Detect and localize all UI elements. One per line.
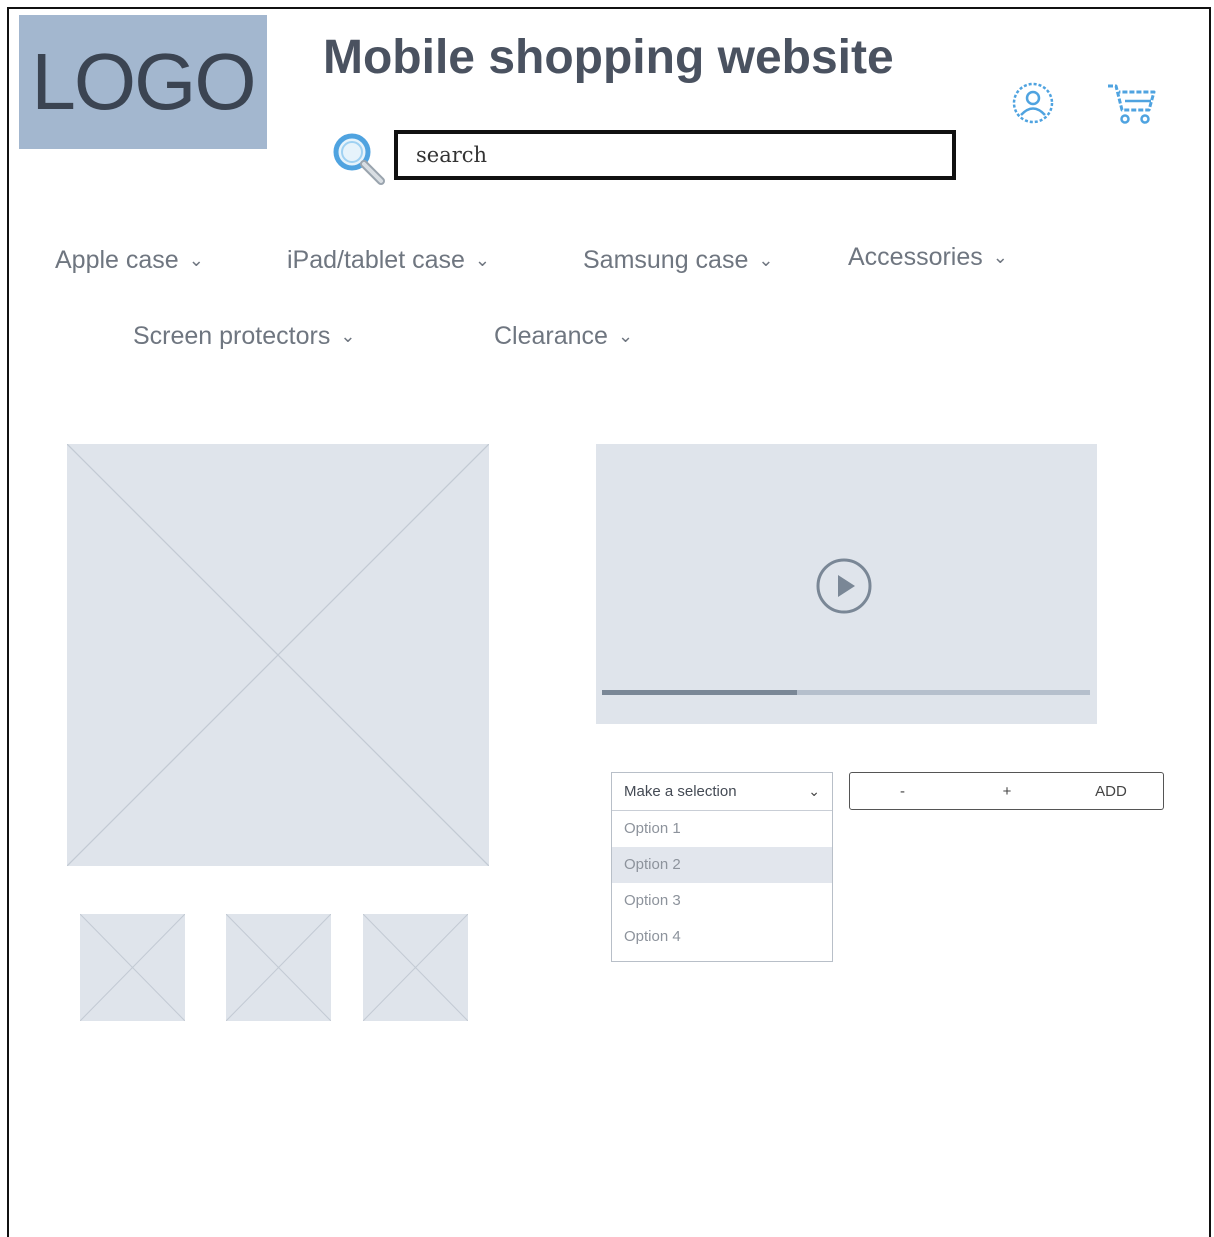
quantity-decrease-button[interactable]: - <box>849 772 956 810</box>
nav-label: iPad/tablet case <box>287 246 465 274</box>
nav-screen-protectors[interactable]: Screen protectors ⌄ <box>133 322 355 351</box>
quantity-increase-button[interactable]: + <box>955 772 1060 810</box>
chevron-down-icon: ⌄ <box>992 247 1008 267</box>
nav-apple-case[interactable]: Apple case ⌄ <box>55 246 204 275</box>
option-select[interactable]: Make a selection ⌄ Option 1 Option 2 Opt… <box>611 772 833 962</box>
nav-label: Samsung case <box>583 246 749 274</box>
nav-ipad-tablet-case[interactable]: iPad/tablet case ⌄ <box>287 246 490 275</box>
select-option[interactable]: Option 2 <box>612 847 832 883</box>
product-image-main <box>67 444 489 866</box>
search-input[interactable] <box>394 130 956 180</box>
nav-accessories[interactable]: Accessories ⌄ <box>848 243 1008 272</box>
user-icon[interactable] <box>1010 80 1056 126</box>
select-placeholder: Make a selection <box>624 783 737 800</box>
logo[interactable]: LOGO <box>19 15 267 149</box>
chevron-down-icon: ⌄ <box>340 326 356 346</box>
nav-label: Clearance <box>494 322 608 350</box>
search-icon[interactable] <box>330 130 386 186</box>
chevron-down-icon: ⌄ <box>758 250 774 270</box>
chevron-down-icon: ⌄ <box>617 326 634 346</box>
chevron-down-icon: ⌄ <box>808 783 820 799</box>
product-thumbnail[interactable] <box>363 914 468 1021</box>
product-thumbnail[interactable] <box>226 914 331 1021</box>
video-progress-bar[interactable] <box>602 690 1090 695</box>
nav-label: Screen protectors <box>133 322 331 350</box>
product-thumbnail[interactable] <box>80 914 185 1021</box>
nav-clearance[interactable]: Clearance ⌄ <box>494 322 633 351</box>
select-option[interactable]: Option 1 <box>612 811 832 847</box>
cart-icon[interactable] <box>1105 80 1157 126</box>
select-header[interactable]: Make a selection ⌄ <box>612 773 832 811</box>
chevron-down-icon: ⌄ <box>188 250 204 270</box>
select-option[interactable]: Option 4 <box>612 919 832 955</box>
video-player[interactable] <box>596 444 1097 724</box>
site-title: Mobile shopping website <box>323 31 894 84</box>
add-to-cart-button[interactable]: ADD <box>1059 772 1164 810</box>
chevron-down-icon: ⌄ <box>474 250 490 270</box>
nav-label: Apple case <box>55 246 179 274</box>
play-icon[interactable] <box>815 557 873 615</box>
select-option[interactable]: Option 3 <box>612 883 832 919</box>
nav-samsung-case[interactable]: Samsung case ⌄ <box>583 246 773 275</box>
nav-label: Accessories <box>848 243 983 271</box>
video-progress-fill <box>602 690 798 695</box>
